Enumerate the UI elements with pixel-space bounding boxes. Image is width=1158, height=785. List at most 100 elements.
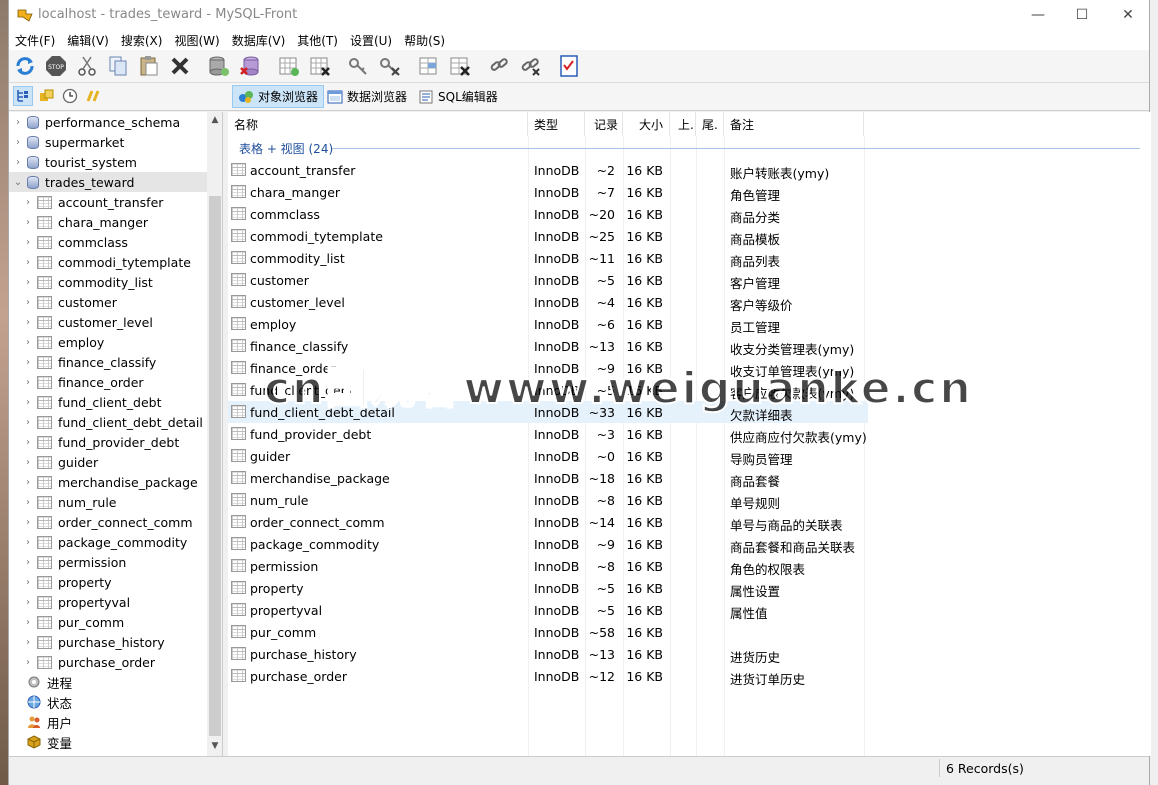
table-row[interactable]: fund_client_debt InnoDB ~5 16 KB 客户应收欠款表(ymy…	[228, 379, 868, 401]
tree-db-performance-schema[interactable]: › performance_schema	[9, 112, 207, 132]
db-new-icon[interactable]	[207, 54, 231, 78]
link-delete-icon[interactable]	[518, 54, 542, 78]
table-row[interactable]: commodi_tytemplate InnoDB ~25 16 KB 商品模板	[228, 225, 868, 247]
col-header-comment[interactable]: 备注	[724, 112, 864, 136]
maximize-button[interactable]: ☐	[1059, 0, 1105, 30]
menu-database[interactable]: 数据库(V)	[226, 32, 292, 49]
table-row[interactable]: finance_order InnoDB ~9 16 KB 收支订单管理表(ymy)	[228, 357, 868, 379]
tree-table-item[interactable]: › employ	[9, 332, 207, 352]
expand-chevron-icon[interactable]: ›	[23, 237, 33, 248]
table-row[interactable]: fund_client_debt_detail InnoDB ~33 16 KB 欠款详…	[228, 401, 868, 423]
table-row[interactable]: permission InnoDB ~8 16 KB 角色的权限表	[228, 555, 868, 577]
tree-table-item[interactable]: › package_commodity	[9, 532, 207, 552]
key-new-icon[interactable]	[347, 54, 371, 78]
table-row[interactable]: merchandise_package InnoDB ~18 16 KB 商品套餐	[228, 467, 868, 489]
tree-table-item[interactable]: › commodity_list	[9, 272, 207, 292]
tree-scrollbar[interactable]: ▲ ▼	[207, 112, 222, 756]
scroll-down-icon[interactable]: ▼	[207, 738, 222, 754]
key-delete-icon[interactable]	[378, 54, 402, 78]
tree-view-icon[interactable]	[13, 86, 33, 106]
tree-db-trades-teward[interactable]: ⌄ trades_teward	[9, 172, 207, 192]
cut-icon[interactable]	[75, 54, 99, 78]
expand-chevron-icon[interactable]: ›	[13, 117, 23, 128]
tree-table-item[interactable]: › fund_provider_debt	[9, 432, 207, 452]
tree-table-item[interactable]: › account_transfer	[9, 192, 207, 212]
refresh-icon[interactable]	[13, 54, 37, 78]
tree-item-status[interactable]: 状态	[9, 692, 207, 712]
expand-chevron-icon[interactable]: ›	[23, 617, 33, 628]
tree-table-item[interactable]: › num_rule	[9, 492, 207, 512]
tree-table-item[interactable]: › commclass	[9, 232, 207, 252]
table-row[interactable]: customer InnoDB ~5 16 KB 客户管理	[228, 269, 868, 291]
table-new-icon[interactable]	[277, 54, 301, 78]
tree-table-item[interactable]: › order_connect_comm	[9, 512, 207, 532]
history-icon[interactable]	[60, 86, 80, 106]
table-row[interactable]: order_connect_comm InnoDB ~14 16 KB 单号与商品的关联…	[228, 511, 868, 533]
table-row[interactable]: commclass InnoDB ~20 16 KB 商品分类	[228, 203, 868, 225]
copy-icon[interactable]	[106, 54, 130, 78]
table-row[interactable]: customer_level InnoDB ~4 16 KB 客户等级价	[228, 291, 868, 313]
collapse-chevron-icon[interactable]: ⌄	[13, 177, 23, 188]
menu-other[interactable]: 其他(T)	[291, 32, 344, 49]
tree-table-item[interactable]: › guider	[9, 452, 207, 472]
tab-data-browser[interactable]: 数据浏览器	[322, 85, 412, 108]
tree-item-processes[interactable]: 进程	[9, 672, 207, 692]
table-row[interactable]: account_transfer InnoDB ~2 16 KB 账户转账表(ymy)	[228, 159, 868, 181]
expand-chevron-icon[interactable]: ›	[23, 297, 33, 308]
minimize-button[interactable]: —	[1015, 0, 1061, 30]
expand-chevron-icon[interactable]: ›	[23, 217, 33, 228]
table-row[interactable]: employ InnoDB ~6 16 KB 员工管理	[228, 313, 868, 335]
expand-chevron-icon[interactable]: ›	[23, 377, 33, 388]
table-row[interactable]: commodity_list InnoDB ~11 16 KB 商品列表	[228, 247, 868, 269]
expand-chevron-icon[interactable]: ›	[23, 517, 33, 528]
expand-chevron-icon[interactable]: ›	[23, 337, 33, 348]
table-row[interactable]: guider InnoDB ~0 16 KB 导购员管理	[228, 445, 868, 467]
expand-chevron-icon[interactable]: ›	[23, 577, 33, 588]
expand-chevron-icon[interactable]: ›	[13, 157, 23, 168]
tree-db-supermarket[interactable]: › supermarket	[9, 132, 207, 152]
expand-chevron-icon[interactable]: ›	[23, 497, 33, 508]
table-row[interactable]: pur_comm InnoDB ~58 16 KB	[228, 621, 868, 643]
tree-table-item[interactable]: › customer_level	[9, 312, 207, 332]
col-header-name[interactable]: 名称	[228, 112, 528, 136]
tree-table-item[interactable]: › customer	[9, 292, 207, 312]
col-header-records[interactable]: 记录	[585, 112, 623, 136]
expand-chevron-icon[interactable]: ›	[23, 537, 33, 548]
tab-object-browser[interactable]: 对象浏览器	[232, 85, 325, 108]
favorites-icon[interactable]	[37, 86, 57, 106]
tree-item-users[interactable]: 用户	[9, 712, 207, 732]
menu-edit[interactable]: 编辑(V)	[61, 32, 115, 49]
tree-table-item[interactable]: › finance_order	[9, 372, 207, 392]
table-row[interactable]: fund_provider_debt InnoDB ~3 16 KB 供应商应付欠款表(…	[228, 423, 868, 445]
expand-chevron-icon[interactable]: ›	[23, 437, 33, 448]
table-row[interactable]: property InnoDB ~5 16 KB 属性设置	[228, 577, 868, 599]
link-new-icon[interactable]	[487, 54, 511, 78]
stop-icon[interactable]: STOP	[44, 54, 68, 78]
expand-chevron-icon[interactable]: ›	[13, 137, 23, 148]
tree-table-item[interactable]: › permission	[9, 552, 207, 572]
tree-table-item[interactable]: › fund_client_debt	[9, 392, 207, 412]
snippets-icon[interactable]	[83, 86, 103, 106]
expand-chevron-icon[interactable]: ›	[23, 197, 33, 208]
table-row[interactable]: purchase_history InnoDB ~13 16 KB 进货历史	[228, 643, 868, 665]
field-delete-icon[interactable]	[448, 54, 472, 78]
tree-table-item[interactable]: › property	[9, 572, 207, 592]
table-row[interactable]: chara_manger InnoDB ~7 16 KB 角色管理	[228, 181, 868, 203]
table-row[interactable]: num_rule InnoDB ~8 16 KB 单号规则	[228, 489, 868, 511]
expand-chevron-icon[interactable]: ›	[23, 357, 33, 368]
tree-db-tourist-system[interactable]: › tourist_system	[9, 152, 207, 172]
table-row[interactable]: purchase_order InnoDB ~12 16 KB 进货订单历史	[228, 665, 868, 687]
expand-chevron-icon[interactable]: ›	[23, 317, 33, 328]
tree-table-item[interactable]: › chara_manger	[9, 212, 207, 232]
close-button[interactable]: ✕	[1105, 0, 1151, 30]
expand-chevron-icon[interactable]: ›	[23, 557, 33, 568]
col-header-size[interactable]: 大小	[623, 112, 670, 136]
tree-table-item[interactable]: › purchase_order	[9, 652, 207, 672]
col-header-tail[interactable]: 尾.	[696, 112, 724, 136]
table-row[interactable]: finance_classify InnoDB ~13 16 KB 收支分类管理表(ym…	[228, 335, 868, 357]
tree-table-item[interactable]: › commodi_tytemplate	[9, 252, 207, 272]
col-header-type[interactable]: 类型	[528, 112, 585, 136]
delete-icon[interactable]	[168, 54, 192, 78]
group-header[interactable]: 表格 + 视图 (24)	[239, 140, 333, 157]
tree-table-item[interactable]: › fund_client_debt_detail	[9, 412, 207, 432]
